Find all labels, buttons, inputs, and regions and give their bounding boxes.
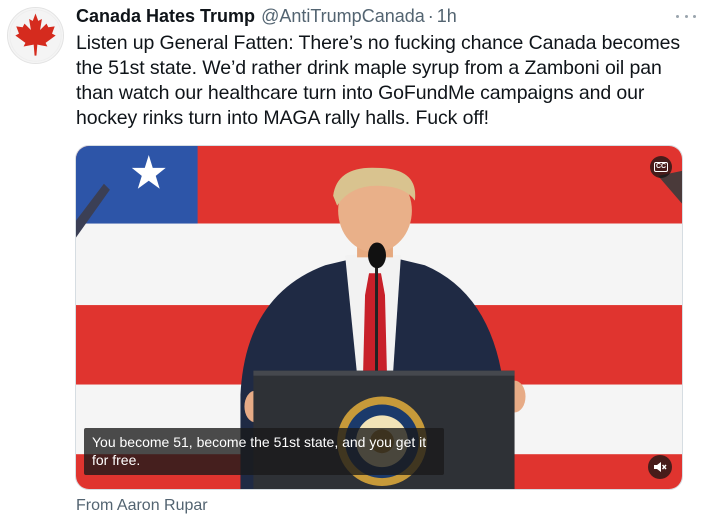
more-dot <box>693 14 696 18</box>
captions-button[interactable]: CC <box>650 156 672 178</box>
author-name[interactable]: Canada Hates Trump <box>76 6 255 27</box>
tweet-timestamp[interactable]: 1h <box>437 6 457 27</box>
volume-muted-icon[interactable] <box>648 455 672 479</box>
more-dot <box>676 14 679 18</box>
tweet-header: Canada Hates Trump @AntiTrumpCanada · 1h <box>76 6 457 28</box>
tweet-text: Listen up General Fatten: There’s no fuc… <box>76 32 681 129</box>
video-player[interactable]: CC You become 51, become the 51st state,… <box>75 145 683 490</box>
more-dot <box>684 14 688 18</box>
profile-avatar[interactable] <box>7 7 64 64</box>
more-options-icon[interactable] <box>676 9 696 23</box>
media-source[interactable]: From Aaron Rupar <box>76 497 208 515</box>
maple-leaf-icon <box>8 8 63 63</box>
video-caption: You become 51, become the 51st state, an… <box>84 428 444 475</box>
captions-label: CC <box>653 162 669 172</box>
speaker-mute-glyph <box>654 462 667 472</box>
separator-dot: · <box>427 6 434 26</box>
author-handle[interactable]: @AntiTrumpCanada <box>261 6 425 27</box>
